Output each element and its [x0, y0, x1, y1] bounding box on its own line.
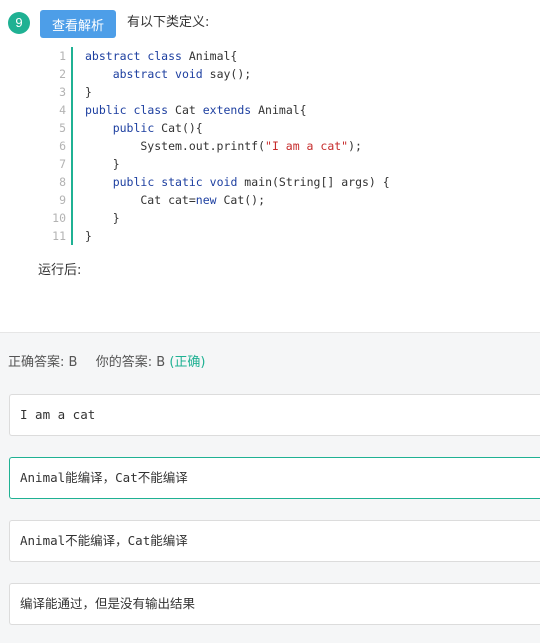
code-token: }: [85, 211, 120, 225]
code-token: say();: [202, 67, 252, 81]
option-c[interactable]: Animal不能编译，Cat能编译: [9, 520, 540, 562]
correct-answer-label: 正确答案:: [8, 355, 65, 370]
view-analysis-button[interactable]: 查看解析: [40, 10, 116, 38]
code-line: 11}: [48, 227, 408, 245]
code-token: System.out.printf(: [85, 139, 266, 153]
line-number: 11: [48, 227, 73, 245]
line-number: 7: [48, 155, 73, 173]
code-keyword: void: [209, 175, 238, 189]
code-text: public static void main(String[] args) {: [73, 173, 390, 191]
code-keyword: new: [195, 193, 217, 207]
code-token: Cat cat=: [85, 193, 196, 207]
code-text: }: [73, 155, 120, 173]
code-keyword: public: [112, 175, 155, 189]
code-keyword: class: [133, 103, 169, 117]
line-number: 4: [48, 101, 73, 119]
option-b[interactable]: Animal能编译，Cat不能编译: [9, 457, 540, 499]
your-answer-value: B: [156, 355, 166, 370]
code-line: 10 }: [48, 209, 408, 227]
code-token: }: [85, 157, 120, 171]
code-text: public class Cat extends Animal{: [73, 101, 307, 119]
line-number: 6: [48, 137, 73, 155]
question-number-badge: 9: [8, 12, 30, 34]
code-token: Animal{: [251, 103, 307, 117]
option-a[interactable]: I am a cat: [9, 394, 540, 436]
code-line: 6 System.out.printf("I am a cat");: [48, 137, 408, 155]
code-keyword: abstract: [85, 49, 141, 63]
code-block: 1 abstract class Animal{2 abstract void s…: [48, 47, 408, 245]
line-number: 9: [48, 191, 73, 209]
code-text: Cat cat=new Cat();: [73, 191, 265, 209]
code-line: 3}: [48, 83, 408, 101]
code-line: 9 Cat cat=new Cat();: [48, 191, 408, 209]
code-keyword: abstract: [112, 67, 169, 81]
code-keyword: public: [112, 121, 155, 135]
after-run-label: 运行后:: [38, 263, 82, 278]
answer-status: (正确): [169, 355, 206, 370]
question-text: 有以下类定义:: [127, 15, 210, 30]
code-keyword: extends: [202, 103, 252, 117]
code-line: 7 }: [48, 155, 408, 173]
line-number: 5: [48, 119, 73, 137]
code-token: );: [348, 139, 362, 153]
code-token: main(String[] args) {: [237, 175, 390, 189]
code-token: }: [85, 85, 92, 99]
correct-answer-value: B: [68, 355, 78, 370]
code-keyword: static: [161, 175, 203, 189]
code-text: abstract class Animal{: [73, 47, 237, 65]
line-number: 3: [48, 83, 73, 101]
code-keyword: void: [175, 67, 203, 81]
code-keyword: public: [85, 103, 127, 117]
code-line: 1 abstract class Animal{: [48, 47, 408, 65]
line-number: 1: [48, 47, 73, 65]
code-line: 4 public class Cat extends Animal{: [48, 101, 408, 119]
code-text: abstract void say();: [73, 65, 252, 83]
code-token: Cat: [168, 103, 203, 117]
line-number: 10: [48, 209, 73, 227]
option-d[interactable]: 编译能通过，但是没有输出结果: [9, 583, 540, 625]
code-text: System.out.printf("I am a cat");: [73, 137, 362, 155]
line-number: 8: [48, 173, 73, 191]
code-text: public Cat(){: [73, 119, 203, 137]
code-token: Cat(){: [154, 121, 203, 135]
line-number: 2: [48, 65, 73, 83]
code-line: 5 public Cat(){: [48, 119, 408, 137]
code-keyword: class: [147, 49, 182, 63]
code-token: }: [85, 229, 92, 243]
code-line: 8 public static void main(String[] args)…: [48, 173, 408, 191]
code-token: Animal{: [181, 49, 238, 63]
code-string: "I am a cat": [265, 139, 349, 153]
code-text: }: [73, 83, 92, 101]
answer-summary: 正确答案: B 你的答案: B (正确): [8, 354, 205, 372]
your-answer-label: 你的答案:: [95, 355, 153, 370]
code-text: }: [73, 209, 120, 227]
code-line: 2 abstract void say();: [48, 65, 408, 83]
code-token: Cat();: [216, 193, 266, 207]
code-text: }: [73, 227, 92, 245]
